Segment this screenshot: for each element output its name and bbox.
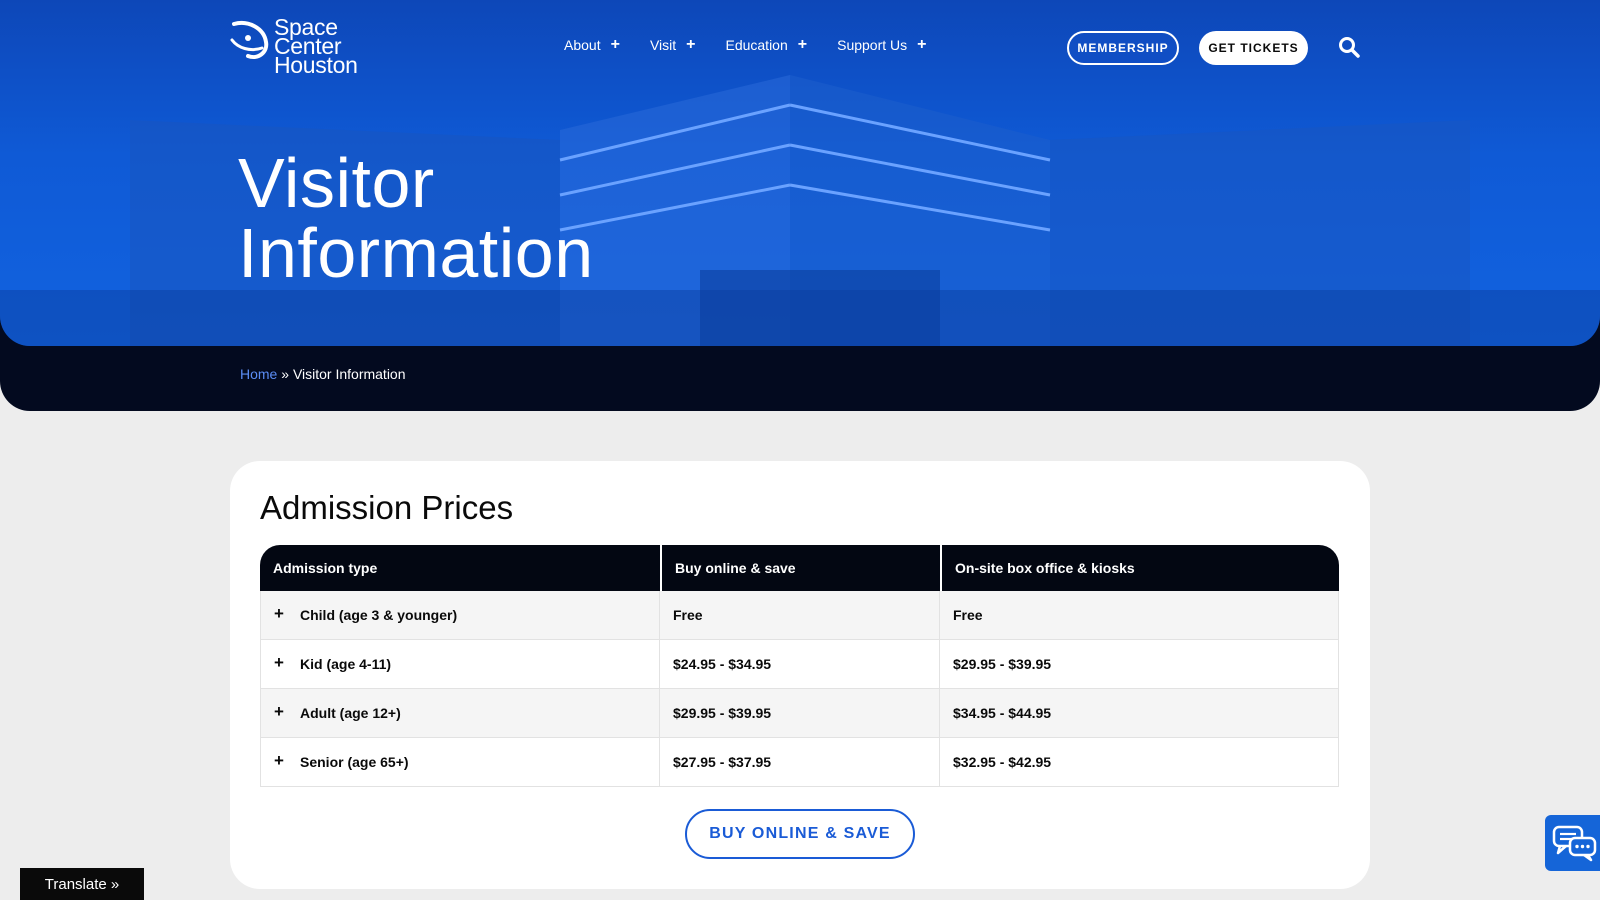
online-price-cell: $27.95 - $37.95 (660, 738, 940, 787)
expand-plus-icon[interactable]: + (274, 654, 288, 671)
admission-type-cell[interactable]: + Adult (age 12+) (260, 689, 660, 738)
admission-type-cell[interactable]: + Kid (age 4-11) (260, 640, 660, 689)
nav-item-support-us[interactable]: Support Us + (837, 37, 926, 54)
onsite-price-cell: $29.95 - $39.95 (940, 640, 1339, 689)
site-logo[interactable]: Space Center Houston (228, 14, 358, 78)
nav-item-visit[interactable]: Visit + (650, 37, 696, 54)
onsite-price-cell: $34.95 - $44.95 (940, 689, 1339, 738)
breadcrumb: Home » Visitor Information (240, 366, 406, 382)
breadcrumb-home-link[interactable]: Home (240, 366, 277, 382)
online-price-cell: $29.95 - $39.95 (660, 689, 940, 738)
admission-title: Admission Prices (260, 489, 514, 526)
breadcrumb-current: Visitor Information (292, 366, 406, 382)
onsite-price-cell: $32.95 - $42.95 (940, 738, 1339, 787)
logo-wordmark: Space Center Houston (274, 14, 358, 78)
main-nav: About + Visit + Education + Support Us + (564, 37, 927, 54)
plus-icon[interactable]: + (798, 37, 807, 53)
logo-swirl-icon (230, 21, 269, 59)
admission-type-cell[interactable]: + Senior (age 65+) (260, 738, 660, 787)
onsite-price-cell: Free (940, 591, 1339, 640)
expand-plus-icon[interactable]: + (274, 703, 288, 720)
plus-icon[interactable]: + (686, 37, 695, 53)
page-title: Visitor Information (238, 144, 594, 292)
admission-table: Admission type Buy online & save On-site… (260, 545, 1339, 787)
admission-type-cell[interactable]: + Child (age 3 & younger) (260, 591, 660, 640)
plus-icon[interactable]: + (917, 37, 926, 53)
plus-icon[interactable]: + (611, 37, 620, 53)
nav-item-about[interactable]: About + (564, 37, 620, 54)
online-price-cell: $24.95 - $34.95 (660, 640, 940, 689)
membership-button[interactable]: MEMBERSHIP (1067, 31, 1179, 65)
expand-plus-icon[interactable]: + (274, 605, 288, 622)
admission-card: Admission Prices Admission type Buy onli… (230, 461, 1370, 889)
column-header-buy-online: Buy online & save (660, 545, 940, 591)
column-header-admission-type: Admission type (260, 545, 660, 591)
column-header-on-site: On-site box office & kiosks (940, 545, 1339, 591)
table-row[interactable]: + Senior (age 65+) $27.95 - $37.95 $32.95… (260, 738, 1339, 787)
search-icon[interactable] (1338, 36, 1360, 58)
chat-bubbles-icon (1552, 825, 1597, 862)
table-header-row: Admission type Buy online & save On-site… (260, 545, 1339, 591)
hero-section: Space Center Houston About + Visit + Edu… (0, 0, 1600, 411)
nav-item-education[interactable]: Education + (725, 37, 807, 54)
buy-online-save-button[interactable]: BUY ONLINE & SAVE (685, 809, 915, 859)
chat-widget-button[interactable] (1545, 815, 1600, 871)
translate-button[interactable]: Translate » (20, 868, 144, 900)
online-price-cell: Free (660, 591, 940, 640)
table-row[interactable]: + Kid (age 4-11) $24.95 - $34.95 $29.95 -… (260, 640, 1339, 689)
get-tickets-button[interactable]: GET TICKETS (1199, 31, 1308, 65)
table-row[interactable]: + Adult (age 12+) $29.95 - $39.95 $34.95 … (260, 689, 1339, 738)
expand-plus-icon[interactable]: + (274, 752, 288, 769)
breadcrumb-separator: » (277, 366, 293, 382)
table-row[interactable]: + Child (age 3 & younger) Free Free (260, 591, 1339, 640)
